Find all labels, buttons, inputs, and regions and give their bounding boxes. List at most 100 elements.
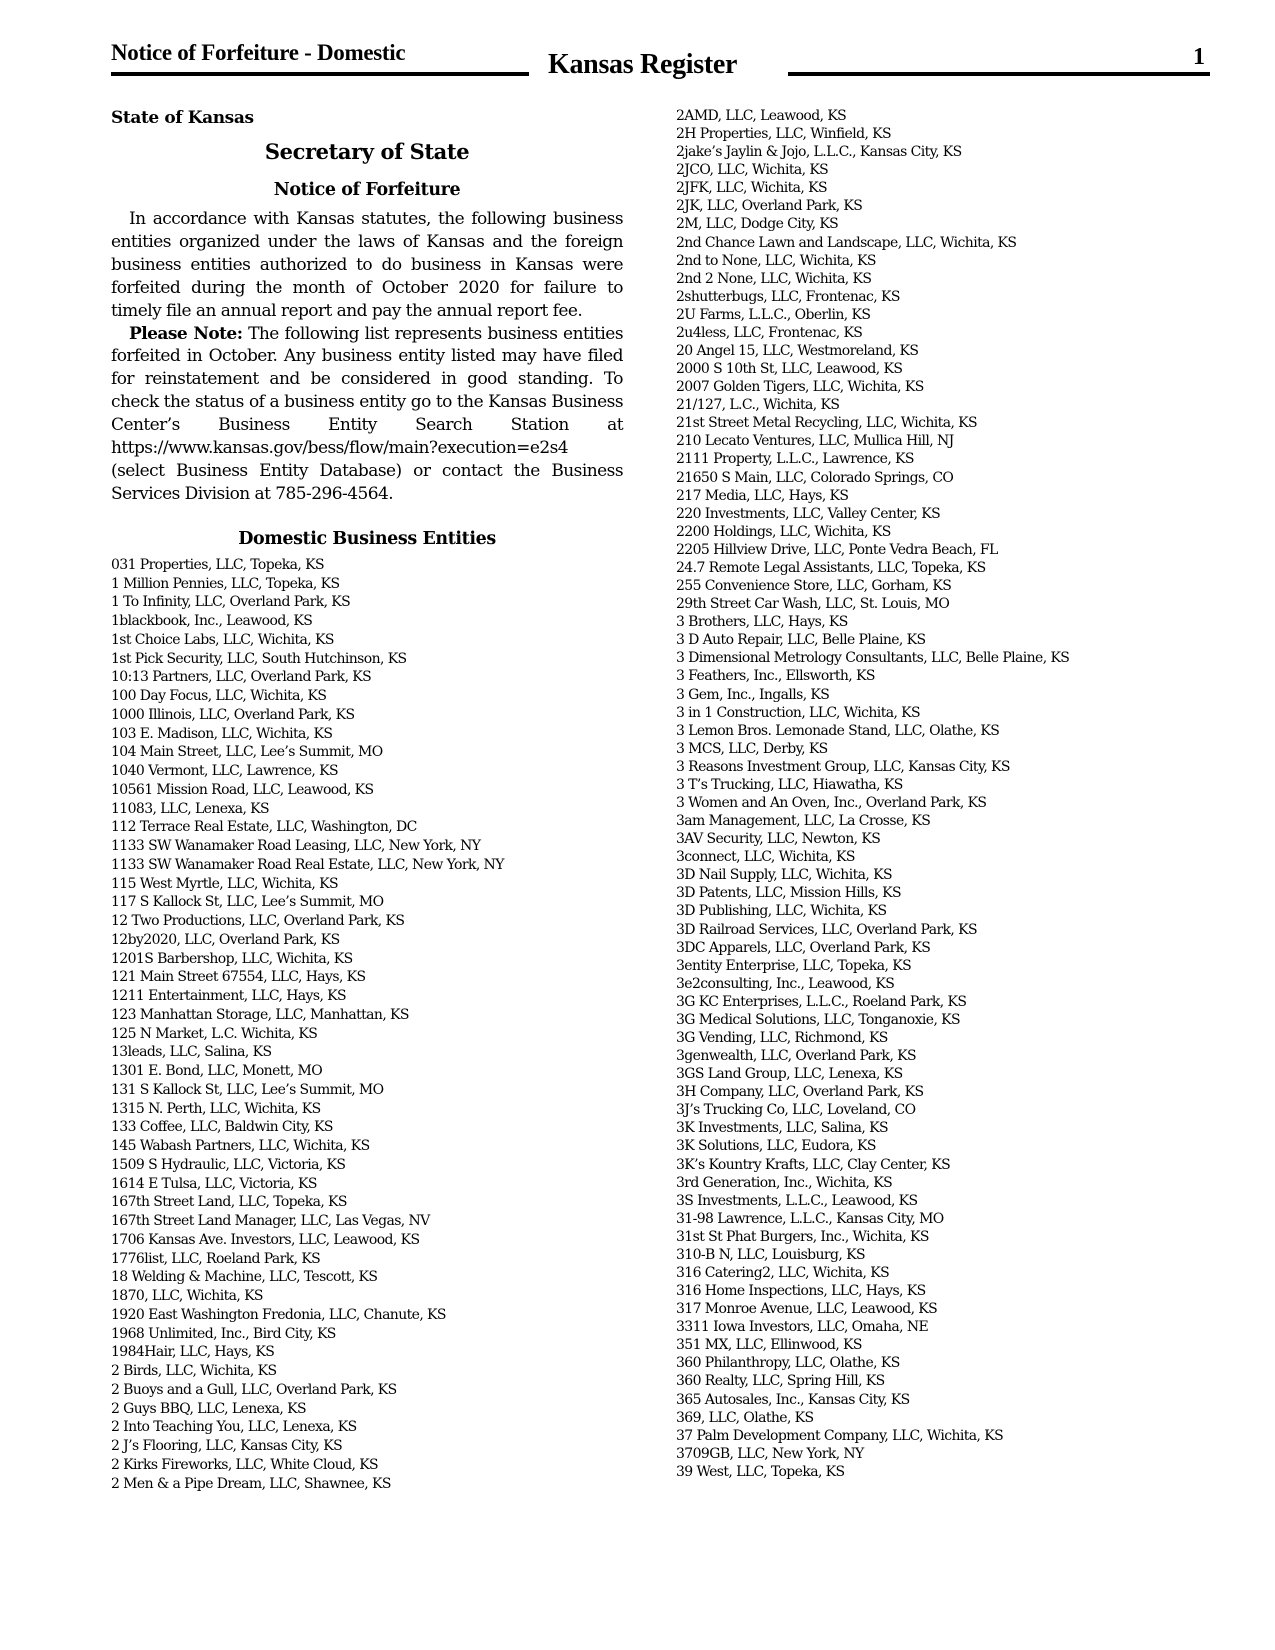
entity-list-item: 3rd Generation, Inc., Wichita, KS: [676, 1174, 893, 1191]
entity-list-item: 3D Patents, LLC, Mission Hills, KS: [676, 885, 902, 902]
entity-list-item: 2111 Property, L.L.C., Lawrence, KS: [676, 451, 915, 468]
entity-list-item: 21650 S Main, LLC, Colorado Springs, CO: [676, 469, 954, 486]
entity-list-item: 123 Manhattan Storage, LLC, Manhattan, K…: [111, 1006, 409, 1023]
entity-list-item: 2U Farms, L.L.C., Oberlin, KS: [676, 306, 871, 323]
entity-list-right: 2AMD, LLC, Leawood, KS 2H Properties, LLC…: [676, 107, 1216, 1481]
entity-list-item: 255 Convenience Store, LLC, Gorham, KS: [676, 578, 952, 595]
entity-list-item: 31-98 Lawrence, L.L.C., Kansas City, MO: [676, 1210, 944, 1227]
entity-list-item: 3connect, LLC, Wichita, KS: [676, 849, 855, 866]
entity-list-item: 103 E. Madison, LLC, Wichita, KS: [111, 725, 333, 742]
entity-list-item: 2 J’s Flooring, LLC, Kansas City, KS: [111, 1438, 343, 1455]
entity-list-item: 3G KC Enterprises, L.L.C., Roeland Park,…: [676, 993, 967, 1010]
please-note-label: Please Note:: [129, 323, 243, 344]
entity-list-item: 1870, LLC, Wichita, KS: [111, 1288, 264, 1305]
entity-list-left: 031 Properties, LLC, Topeka, KS 1 Million…: [111, 556, 623, 1494]
entity-list-item: 3 in 1 Construction, LLC, Wichita, KS: [676, 704, 921, 721]
entity-list-item: 1blackbook, Inc., Leawood, KS: [111, 613, 313, 630]
entity-list-item: 12 Two Productions, LLC, Overland Park, …: [111, 913, 405, 930]
entity-list-item: 2200 Holdings, LLC, Wichita, KS: [676, 523, 891, 540]
entity-list-item: 3 Women and An Oven, Inc., Overland Park…: [676, 794, 987, 811]
entity-list-item: 1000 Illinois, LLC, Overland Park, KS: [111, 706, 355, 723]
entity-list-item: 13leads, LLC, Salina, KS: [111, 1044, 272, 1061]
entity-list-item: 1706 Kansas Ave. Investors, LLC, Leawood…: [111, 1231, 420, 1248]
entity-list-item: 3 Gem, Inc., Ingalls, KS: [676, 686, 830, 703]
entity-list-item: 210 Lecato Ventures, LLC, Mullica Hill, …: [676, 433, 954, 450]
entity-list-item: 2 Kirks Fireworks, LLC, White Cloud, KS: [111, 1456, 379, 1473]
entity-list-item: 1509 S Hydraulic, LLC, Victoria, KS: [111, 1156, 346, 1173]
entity-list-item: 3GS Land Group, LLC, Lenexa, KS: [676, 1066, 903, 1083]
entity-list-item: 100 Day Focus, LLC, Wichita, KS: [111, 688, 327, 705]
entity-list-item: 2000 S 10th St, LLC, Leawood, KS: [676, 361, 903, 378]
entity-list-item: 121 Main Street 67554, LLC, Hays, KS: [111, 969, 366, 986]
entity-list-item: 1614 E Tulsa, LLC, Victoria, KS: [111, 1175, 317, 1192]
header-rule-left: [111, 72, 529, 76]
entity-list-item: 10:13 Partners, LLC, Overland Park, KS: [111, 669, 372, 686]
entity-list-item: 37 Palm Development Company, LLC, Wichit…: [676, 1427, 1004, 1444]
entity-list-item: 031 Properties, LLC, Topeka, KS: [111, 556, 325, 573]
entity-list-item: 2007 Golden Tigers, LLC, Wichita, KS: [676, 379, 924, 396]
entity-list-item: 3 MCS, LLC, Derby, KS: [676, 740, 828, 757]
entity-list-item: 3311 Iowa Investors, LLC, Omaha, NE: [676, 1319, 929, 1336]
entity-list-item: 2 Birds, LLC, Wichita, KS: [111, 1363, 277, 1380]
entity-list-item: 3 T’s Trucking, LLC, Hiawatha, KS: [676, 776, 903, 793]
entity-list-item: 360 Philanthropy, LLC, Olathe, KS: [676, 1355, 900, 1372]
entity-list-item: 1301 E. Bond, LLC, Monett, MO: [111, 1063, 323, 1080]
entity-list-item: 3D Railroad Services, LLC, Overland Park…: [676, 921, 978, 938]
entity-list-item: 2JFK, LLC, Wichita, KS: [676, 180, 828, 197]
entity-list-item: 3J’s Trucking Co, LLC, Loveland, CO: [676, 1102, 916, 1119]
entity-list-item: 2 Guys BBQ, LLC, Lenexa, KS: [111, 1400, 307, 1417]
running-header-section: Notice of Forfeiture - Domestic: [111, 40, 406, 65]
entity-list-item: 2shutterbugs, LLC, Frontenac, KS: [676, 288, 900, 305]
entity-list-item: 39 West, LLC, Topeka, KS: [676, 1463, 845, 1480]
entity-list-item: 20 Angel 15, LLC, Westmoreland, KS: [676, 343, 919, 360]
entity-list-item: 1133 SW Wanamaker Road Real Estate, LLC,…: [111, 856, 504, 873]
entity-list-item: 1315 N. Perth, LLC, Wichita, KS: [111, 1100, 321, 1117]
entity-list-item: 2nd 2 None, LLC, Wichita, KS: [676, 270, 872, 287]
entity-list-item: 167th Street Land, LLC, Topeka, KS: [111, 1194, 348, 1211]
entity-list-item: 3709GB, LLC, New York, NY: [676, 1445, 864, 1462]
entity-list-item: 131 S Kallock St, LLC, Lee’s Summit, MO: [111, 1081, 384, 1098]
entity-list-item: 31st St Phat Burgers, Inc., Wichita, KS: [676, 1228, 929, 1245]
entity-list-item: 1984Hair, LLC, Hays, KS: [111, 1344, 275, 1361]
entity-list-item: 167th Street Land Manager, LLC, Las Vega…: [111, 1213, 430, 1230]
entity-list-item: 24.7 Remote Legal Assistants, LLC, Topek…: [676, 559, 986, 576]
entity-list-item: 117 S Kallock St, LLC, Lee’s Summit, MO: [111, 894, 384, 911]
entity-list-item: 310-B N, LLC, Louisburg, KS: [676, 1246, 866, 1263]
domestic-entities-heading: Domestic Business Entities: [238, 528, 496, 549]
entity-list-item: 3S Investments, L.L.C., Leawood, KS: [676, 1192, 918, 1209]
entity-list-item: 217 Media, LLC, Hays, KS: [676, 487, 849, 504]
entity-list-item: 1040 Vermont, LLC, Lawrence, KS: [111, 763, 339, 780]
entity-list-item: 2H Properties, LLC, Winfield, KS: [676, 126, 892, 143]
entity-list-item: 145 Wabash Partners, LLC, Wichita, KS: [111, 1138, 370, 1155]
entity-list-item: 316 Home Inspections, LLC, Hays, KS: [676, 1283, 926, 1300]
entity-list-item: 3 Reasons Investment Group, LLC, Kansas …: [676, 758, 1011, 775]
entity-list-item: 2nd Chance Lawn and Landscape, LLC, Wich…: [676, 234, 1017, 251]
right-column: 2AMD, LLC, Leawood, KS 2H Properties, LLC…: [676, 107, 1216, 1481]
entity-list-item: 1201S Barbershop, LLC, Wichita, KS: [111, 950, 353, 967]
please-note-paragraph: Please Note: The following list represen…: [111, 323, 624, 506]
entity-list-item: 104 Main Street, LLC, Lee’s Summit, MO: [111, 744, 383, 761]
entity-list-item: 2u4less, LLC, Frontenac, KS: [676, 324, 863, 341]
publication-title: Kansas Register: [548, 49, 738, 80]
entity-list-item: 125 N Market, L.C. Wichita, KS: [111, 1025, 318, 1042]
entity-list-item: 3 Dimensional Metrology Consultants, LLC…: [676, 650, 1070, 667]
register-page: Notice of Forfeiture - Domestic Kansas R…: [0, 0, 1275, 1650]
entity-list-item: 2 Buoys and a Gull, LLC, Overland Park, …: [111, 1381, 397, 1398]
entity-list-item: 3D Nail Supply, LLC, Wichita, KS: [676, 867, 893, 884]
entity-list-item: 1 Million Pennies, LLC, Topeka, KS: [111, 575, 340, 592]
agency-heading: Secretary of State: [264, 139, 470, 164]
entity-list-item: 369, LLC, Olathe, KS: [676, 1409, 814, 1426]
entity-list-item: 1776list, LLC, Roeland Park, KS: [111, 1250, 321, 1267]
entity-list-item: 317 Monroe Avenue, LLC, Leawood, KS: [676, 1301, 938, 1318]
entity-list-item: 2 Into Teaching You, LLC, Lenexa, KS: [111, 1419, 357, 1436]
state-heading: State of Kansas: [111, 108, 254, 128]
notice-paragraph: In accordance with Kansas statutes, the …: [111, 209, 624, 321]
entity-list-item: 18 Welding & Machine, LLC, Tescott, KS: [111, 1269, 378, 1286]
entity-list-item: 2JCO, LLC, Wichita, KS: [676, 162, 829, 179]
entity-list-item: 1133 SW Wanamaker Road Leasing, LLC, New…: [111, 838, 481, 855]
entity-list-item: 1211 Entertainment, LLC, Hays, KS: [111, 988, 347, 1005]
entity-list-item: 351 MX, LLC, Ellinwood, KS: [676, 1337, 863, 1354]
entity-list-item: 21st Street Metal Recycling, LLC, Wichit…: [676, 415, 978, 432]
entity-list-item: 1968 Unlimited, Inc., Bird City, KS: [111, 1325, 336, 1342]
entity-list-item: 3 D Auto Repair, LLC, Belle Plaine, KS: [676, 632, 926, 649]
